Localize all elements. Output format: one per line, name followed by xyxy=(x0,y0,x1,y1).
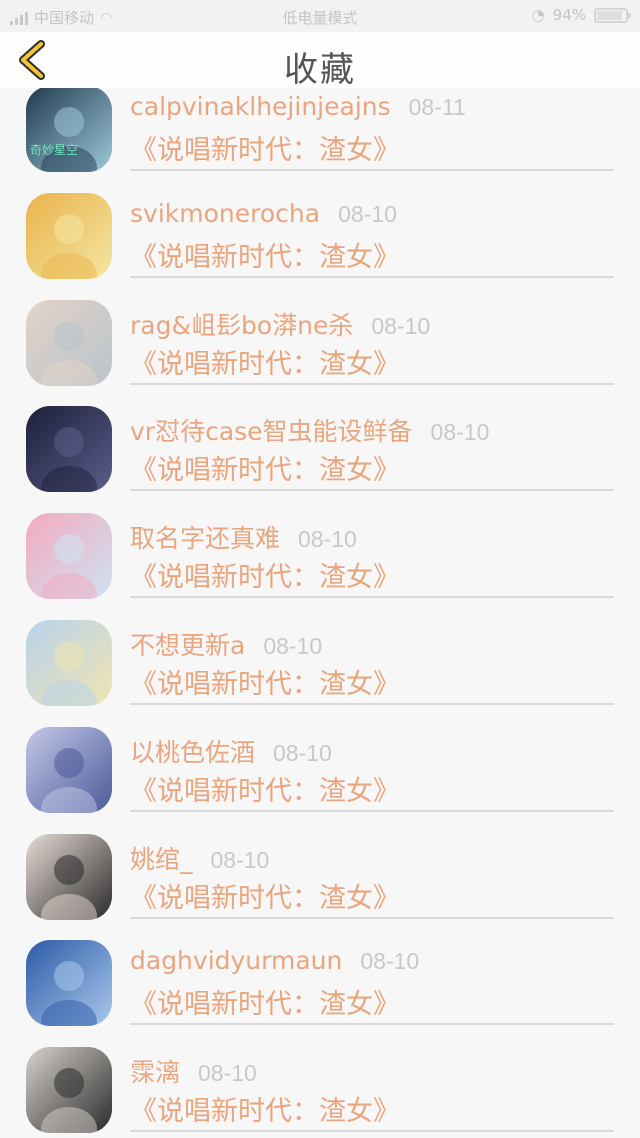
user-name[interactable]: 霂漓 xyxy=(130,1053,180,1089)
avatar-image xyxy=(26,1047,112,1134)
avatar[interactable] xyxy=(26,513,112,600)
avatar-image xyxy=(26,192,112,279)
name-line: 以桃色佐酒 08-10 xyxy=(130,733,332,769)
divider xyxy=(130,916,614,919)
divider xyxy=(130,596,614,599)
song-title[interactable]: 《说唱新时代：渣女》 xyxy=(130,662,400,701)
avatar-image xyxy=(26,940,112,1027)
avatar-image xyxy=(26,406,112,493)
avatar-image xyxy=(26,726,112,813)
avatar-image xyxy=(26,88,112,172)
user-name[interactable]: 姚绾_ xyxy=(130,840,193,876)
song-title[interactable]: 《说唱新时代：渣女》 xyxy=(130,235,400,274)
name-line: vr怼待case智虫能设鲜备 08-10 xyxy=(130,412,489,448)
list-item[interactable]: vr怼待case智虫能设鲜备 08-10 《说唱新时代：渣女》 xyxy=(0,396,640,503)
nav-bar: 收藏 xyxy=(0,32,640,90)
favorites-list[interactable]: 奇妙星空 calpvinaklhejinjeajns 08-11 《说唱新时代：渣女》… xyxy=(0,88,640,1138)
date-label: 08-10 xyxy=(198,1060,257,1087)
divider xyxy=(130,1023,614,1026)
name-line: 霂漓 08-10 xyxy=(130,1053,257,1089)
name-line: 不想更新a 08-10 xyxy=(130,626,322,662)
name-line: calpvinaklhejinjeajns 08-11 xyxy=(130,92,466,121)
user-name[interactable]: 不想更新a xyxy=(130,626,245,662)
date-label: 08-10 xyxy=(210,846,270,873)
battery-icon xyxy=(594,7,631,23)
date-label: 08-10 xyxy=(263,633,323,659)
list-item[interactable]: svikmonerocha 08-10 《说唱新时代：渣女》 xyxy=(0,183,640,290)
song-title[interactable]: 《说唱新时代：渣女》 xyxy=(130,342,400,381)
song-title[interactable]: 《说唱新时代：渣女》 xyxy=(130,1089,400,1128)
list-item[interactable]: 以桃色佐酒 08-10 《说唱新时代：渣女》 xyxy=(0,717,640,824)
user-name[interactable]: calpvinaklhejinjeajns xyxy=(130,92,391,121)
divider xyxy=(130,703,614,705)
song-title[interactable]: 《说唱新时代：渣女》 xyxy=(130,555,400,594)
avatar[interactable] xyxy=(26,620,112,706)
status-bar: 中国移动 ◠ 低电量模式 ◔ 94% xyxy=(0,0,640,32)
song-title[interactable]: 《说唱新时代：渣女》 xyxy=(130,128,400,167)
list-item[interactable]: 奇妙星空 calpvinaklhejinjeajns 08-11 《说唱新时代：渣女》 xyxy=(0,88,640,183)
avatar[interactable] xyxy=(26,1047,112,1134)
user-name[interactable]: svikmonerocha xyxy=(130,199,320,228)
avatar-caption: 奇妙星空 xyxy=(30,143,79,157)
list-item[interactable]: rag&岨髟bo漭ne杀 08-10 《说唱新时代：渣女》 xyxy=(0,290,640,397)
avatar[interactable] xyxy=(26,406,112,493)
divider xyxy=(130,489,614,492)
date-label: 08-10 xyxy=(273,739,332,766)
list-item[interactable]: 霂漓 08-10 《说唱新时代：渣女》 xyxy=(0,1037,640,1138)
rotation-lock-icon: ◔ xyxy=(531,6,545,24)
avatar[interactable] xyxy=(26,940,112,1027)
name-line: svikmonerocha 08-10 xyxy=(130,199,397,228)
divider xyxy=(130,382,614,385)
user-name[interactable]: vr怼待case智虫能设鲜备 xyxy=(130,412,413,448)
name-line: 取名字还真难 08-10 xyxy=(130,519,357,555)
avatar-image xyxy=(26,299,112,386)
user-name[interactable]: 取名字还真难 xyxy=(130,519,280,555)
status-right: ◔ 94% xyxy=(531,6,631,24)
date-label: 08-10 xyxy=(430,419,490,446)
user-name[interactable]: rag&岨髟bo漭ne杀 xyxy=(130,306,353,342)
list-item[interactable]: 不想更新a 08-10 《说唱新时代：渣女》 xyxy=(0,610,640,717)
divider xyxy=(130,809,614,812)
avatar-image xyxy=(26,620,112,706)
avatar-image xyxy=(26,833,112,920)
date-label: 08-10 xyxy=(338,200,397,227)
avatar[interactable]: 奇妙星空 xyxy=(26,88,112,172)
user-name[interactable]: daghvidyurmaun xyxy=(130,946,342,975)
song-title[interactable]: 《说唱新时代：渣女》 xyxy=(130,876,400,915)
date-label: 08-10 xyxy=(298,526,357,553)
song-title[interactable]: 《说唱新时代：渣女》 xyxy=(130,769,400,808)
date-label: 08-10 xyxy=(371,312,431,339)
list-item[interactable]: daghvidyurmaun 08-10 《说唱新时代：渣女》 xyxy=(0,930,640,1037)
name-line: daghvidyurmaun 08-10 xyxy=(130,946,419,975)
name-line: rag&岨髟bo漭ne杀 08-10 xyxy=(130,306,430,342)
date-label: 08-10 xyxy=(360,948,420,975)
name-line: 姚绾_ 08-10 xyxy=(130,840,269,876)
battery-percent: 94% xyxy=(552,6,586,24)
song-title[interactable]: 《说唱新时代：渣女》 xyxy=(130,982,400,1021)
date-label: 08-11 xyxy=(408,94,466,120)
divider xyxy=(130,1130,614,1133)
song-title[interactable]: 《说唱新时代：渣女》 xyxy=(130,448,400,487)
list-item[interactable]: 姚绾_ 08-10 《说唱新时代：渣女》 xyxy=(0,824,640,931)
page-title: 收藏 xyxy=(284,50,356,90)
avatar[interactable] xyxy=(26,833,112,920)
avatar[interactable] xyxy=(26,726,112,813)
list-item[interactable]: 取名字还真难 08-10 《说唱新时代：渣女》 xyxy=(0,503,640,610)
avatar-image xyxy=(26,513,112,600)
avatar[interactable] xyxy=(26,299,112,386)
divider xyxy=(130,275,614,278)
user-name[interactable]: 以桃色佐酒 xyxy=(130,733,255,769)
avatar[interactable] xyxy=(26,192,112,279)
divider xyxy=(130,169,614,171)
